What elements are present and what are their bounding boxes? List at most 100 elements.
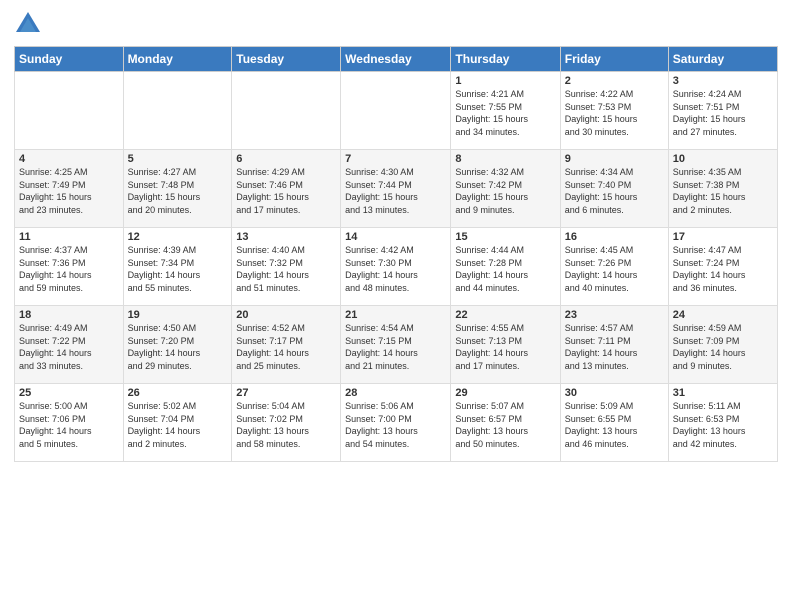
day-number: 7 — [345, 153, 446, 165]
day-number: 10 — [673, 153, 773, 165]
calendar-cell: 15Sunrise: 4:44 AM Sunset: 7:28 PM Dayli… — [451, 228, 560, 306]
day-info: Sunrise: 4:22 AM Sunset: 7:53 PM Dayligh… — [565, 88, 664, 138]
day-number: 13 — [236, 231, 336, 243]
calendar-cell: 14Sunrise: 4:42 AM Sunset: 7:30 PM Dayli… — [341, 228, 451, 306]
day-info: Sunrise: 4:50 AM Sunset: 7:20 PM Dayligh… — [128, 322, 228, 372]
weekday-header: Friday — [560, 47, 668, 72]
calendar-cell: 19Sunrise: 4:50 AM Sunset: 7:20 PM Dayli… — [123, 306, 232, 384]
day-info: Sunrise: 4:34 AM Sunset: 7:40 PM Dayligh… — [565, 166, 664, 216]
day-number: 21 — [345, 309, 446, 321]
day-number: 26 — [128, 387, 228, 399]
calendar-cell: 13Sunrise: 4:40 AM Sunset: 7:32 PM Dayli… — [232, 228, 341, 306]
weekday-header-row: SundayMondayTuesdayWednesdayThursdayFrid… — [15, 47, 778, 72]
weekday-header: Sunday — [15, 47, 124, 72]
day-info: Sunrise: 4:57 AM Sunset: 7:11 PM Dayligh… — [565, 322, 664, 372]
day-number: 29 — [455, 387, 555, 399]
day-number: 31 — [673, 387, 773, 399]
calendar-cell: 30Sunrise: 5:09 AM Sunset: 6:55 PM Dayli… — [560, 384, 668, 462]
calendar-cell: 29Sunrise: 5:07 AM Sunset: 6:57 PM Dayli… — [451, 384, 560, 462]
day-number: 14 — [345, 231, 446, 243]
day-number: 9 — [565, 153, 664, 165]
day-number: 23 — [565, 309, 664, 321]
calendar-cell: 24Sunrise: 4:59 AM Sunset: 7:09 PM Dayli… — [668, 306, 777, 384]
weekday-header: Thursday — [451, 47, 560, 72]
day-number: 19 — [128, 309, 228, 321]
calendar-cell: 17Sunrise: 4:47 AM Sunset: 7:24 PM Dayli… — [668, 228, 777, 306]
calendar-cell: 28Sunrise: 5:06 AM Sunset: 7:00 PM Dayli… — [341, 384, 451, 462]
calendar-cell — [341, 72, 451, 150]
calendar-week-row: 4Sunrise: 4:25 AM Sunset: 7:49 PM Daylig… — [15, 150, 778, 228]
day-info: Sunrise: 4:45 AM Sunset: 7:26 PM Dayligh… — [565, 244, 664, 294]
calendar-cell: 7Sunrise: 4:30 AM Sunset: 7:44 PM Daylig… — [341, 150, 451, 228]
calendar-cell: 6Sunrise: 4:29 AM Sunset: 7:46 PM Daylig… — [232, 150, 341, 228]
day-info: Sunrise: 4:59 AM Sunset: 7:09 PM Dayligh… — [673, 322, 773, 372]
day-info: Sunrise: 4:25 AM Sunset: 7:49 PM Dayligh… — [19, 166, 119, 216]
calendar-week-row: 18Sunrise: 4:49 AM Sunset: 7:22 PM Dayli… — [15, 306, 778, 384]
day-info: Sunrise: 4:55 AM Sunset: 7:13 PM Dayligh… — [455, 322, 555, 372]
day-info: Sunrise: 4:44 AM Sunset: 7:28 PM Dayligh… — [455, 244, 555, 294]
day-number: 1 — [455, 75, 555, 87]
day-info: Sunrise: 4:54 AM Sunset: 7:15 PM Dayligh… — [345, 322, 446, 372]
calendar-cell — [15, 72, 124, 150]
calendar-cell — [123, 72, 232, 150]
calendar-cell: 20Sunrise: 4:52 AM Sunset: 7:17 PM Dayli… — [232, 306, 341, 384]
day-number: 5 — [128, 153, 228, 165]
day-info: Sunrise: 5:04 AM Sunset: 7:02 PM Dayligh… — [236, 400, 336, 450]
day-info: Sunrise: 5:00 AM Sunset: 7:06 PM Dayligh… — [19, 400, 119, 450]
day-number: 20 — [236, 309, 336, 321]
calendar-cell: 21Sunrise: 4:54 AM Sunset: 7:15 PM Dayli… — [341, 306, 451, 384]
calendar-cell: 26Sunrise: 5:02 AM Sunset: 7:04 PM Dayli… — [123, 384, 232, 462]
day-info: Sunrise: 5:02 AM Sunset: 7:04 PM Dayligh… — [128, 400, 228, 450]
header — [14, 10, 778, 38]
day-number: 16 — [565, 231, 664, 243]
weekday-header: Wednesday — [341, 47, 451, 72]
calendar-cell: 11Sunrise: 4:37 AM Sunset: 7:36 PM Dayli… — [15, 228, 124, 306]
calendar-cell — [232, 72, 341, 150]
logo — [14, 10, 46, 38]
day-info: Sunrise: 4:32 AM Sunset: 7:42 PM Dayligh… — [455, 166, 555, 216]
day-info: Sunrise: 4:47 AM Sunset: 7:24 PM Dayligh… — [673, 244, 773, 294]
day-number: 8 — [455, 153, 555, 165]
day-number: 17 — [673, 231, 773, 243]
weekday-header: Monday — [123, 47, 232, 72]
day-number: 6 — [236, 153, 336, 165]
day-info: Sunrise: 4:30 AM Sunset: 7:44 PM Dayligh… — [345, 166, 446, 216]
calendar-cell: 4Sunrise: 4:25 AM Sunset: 7:49 PM Daylig… — [15, 150, 124, 228]
day-number: 11 — [19, 231, 119, 243]
day-number: 18 — [19, 309, 119, 321]
day-info: Sunrise: 4:27 AM Sunset: 7:48 PM Dayligh… — [128, 166, 228, 216]
day-number: 3 — [673, 75, 773, 87]
calendar-week-row: 25Sunrise: 5:00 AM Sunset: 7:06 PM Dayli… — [15, 384, 778, 462]
calendar-cell: 27Sunrise: 5:04 AM Sunset: 7:02 PM Dayli… — [232, 384, 341, 462]
weekday-header: Saturday — [668, 47, 777, 72]
day-info: Sunrise: 4:39 AM Sunset: 7:34 PM Dayligh… — [128, 244, 228, 294]
calendar-cell: 9Sunrise: 4:34 AM Sunset: 7:40 PM Daylig… — [560, 150, 668, 228]
day-info: Sunrise: 4:21 AM Sunset: 7:55 PM Dayligh… — [455, 88, 555, 138]
day-number: 30 — [565, 387, 664, 399]
day-info: Sunrise: 4:49 AM Sunset: 7:22 PM Dayligh… — [19, 322, 119, 372]
calendar: SundayMondayTuesdayWednesdayThursdayFrid… — [14, 46, 778, 462]
day-number: 15 — [455, 231, 555, 243]
day-number: 2 — [565, 75, 664, 87]
day-info: Sunrise: 5:11 AM Sunset: 6:53 PM Dayligh… — [673, 400, 773, 450]
calendar-week-row: 1Sunrise: 4:21 AM Sunset: 7:55 PM Daylig… — [15, 72, 778, 150]
calendar-cell: 22Sunrise: 4:55 AM Sunset: 7:13 PM Dayli… — [451, 306, 560, 384]
day-info: Sunrise: 4:42 AM Sunset: 7:30 PM Dayligh… — [345, 244, 446, 294]
day-number: 25 — [19, 387, 119, 399]
calendar-cell: 25Sunrise: 5:00 AM Sunset: 7:06 PM Dayli… — [15, 384, 124, 462]
calendar-cell: 12Sunrise: 4:39 AM Sunset: 7:34 PM Dayli… — [123, 228, 232, 306]
calendar-cell: 23Sunrise: 4:57 AM Sunset: 7:11 PM Dayli… — [560, 306, 668, 384]
day-info: Sunrise: 4:24 AM Sunset: 7:51 PM Dayligh… — [673, 88, 773, 138]
calendar-cell: 8Sunrise: 4:32 AM Sunset: 7:42 PM Daylig… — [451, 150, 560, 228]
day-info: Sunrise: 4:37 AM Sunset: 7:36 PM Dayligh… — [19, 244, 119, 294]
day-info: Sunrise: 5:06 AM Sunset: 7:00 PM Dayligh… — [345, 400, 446, 450]
day-number: 12 — [128, 231, 228, 243]
logo-icon — [14, 10, 42, 38]
day-number: 4 — [19, 153, 119, 165]
day-info: Sunrise: 4:52 AM Sunset: 7:17 PM Dayligh… — [236, 322, 336, 372]
calendar-cell: 2Sunrise: 4:22 AM Sunset: 7:53 PM Daylig… — [560, 72, 668, 150]
calendar-cell: 3Sunrise: 4:24 AM Sunset: 7:51 PM Daylig… — [668, 72, 777, 150]
calendar-cell: 1Sunrise: 4:21 AM Sunset: 7:55 PM Daylig… — [451, 72, 560, 150]
day-info: Sunrise: 5:07 AM Sunset: 6:57 PM Dayligh… — [455, 400, 555, 450]
page: SundayMondayTuesdayWednesdayThursdayFrid… — [0, 0, 792, 612]
